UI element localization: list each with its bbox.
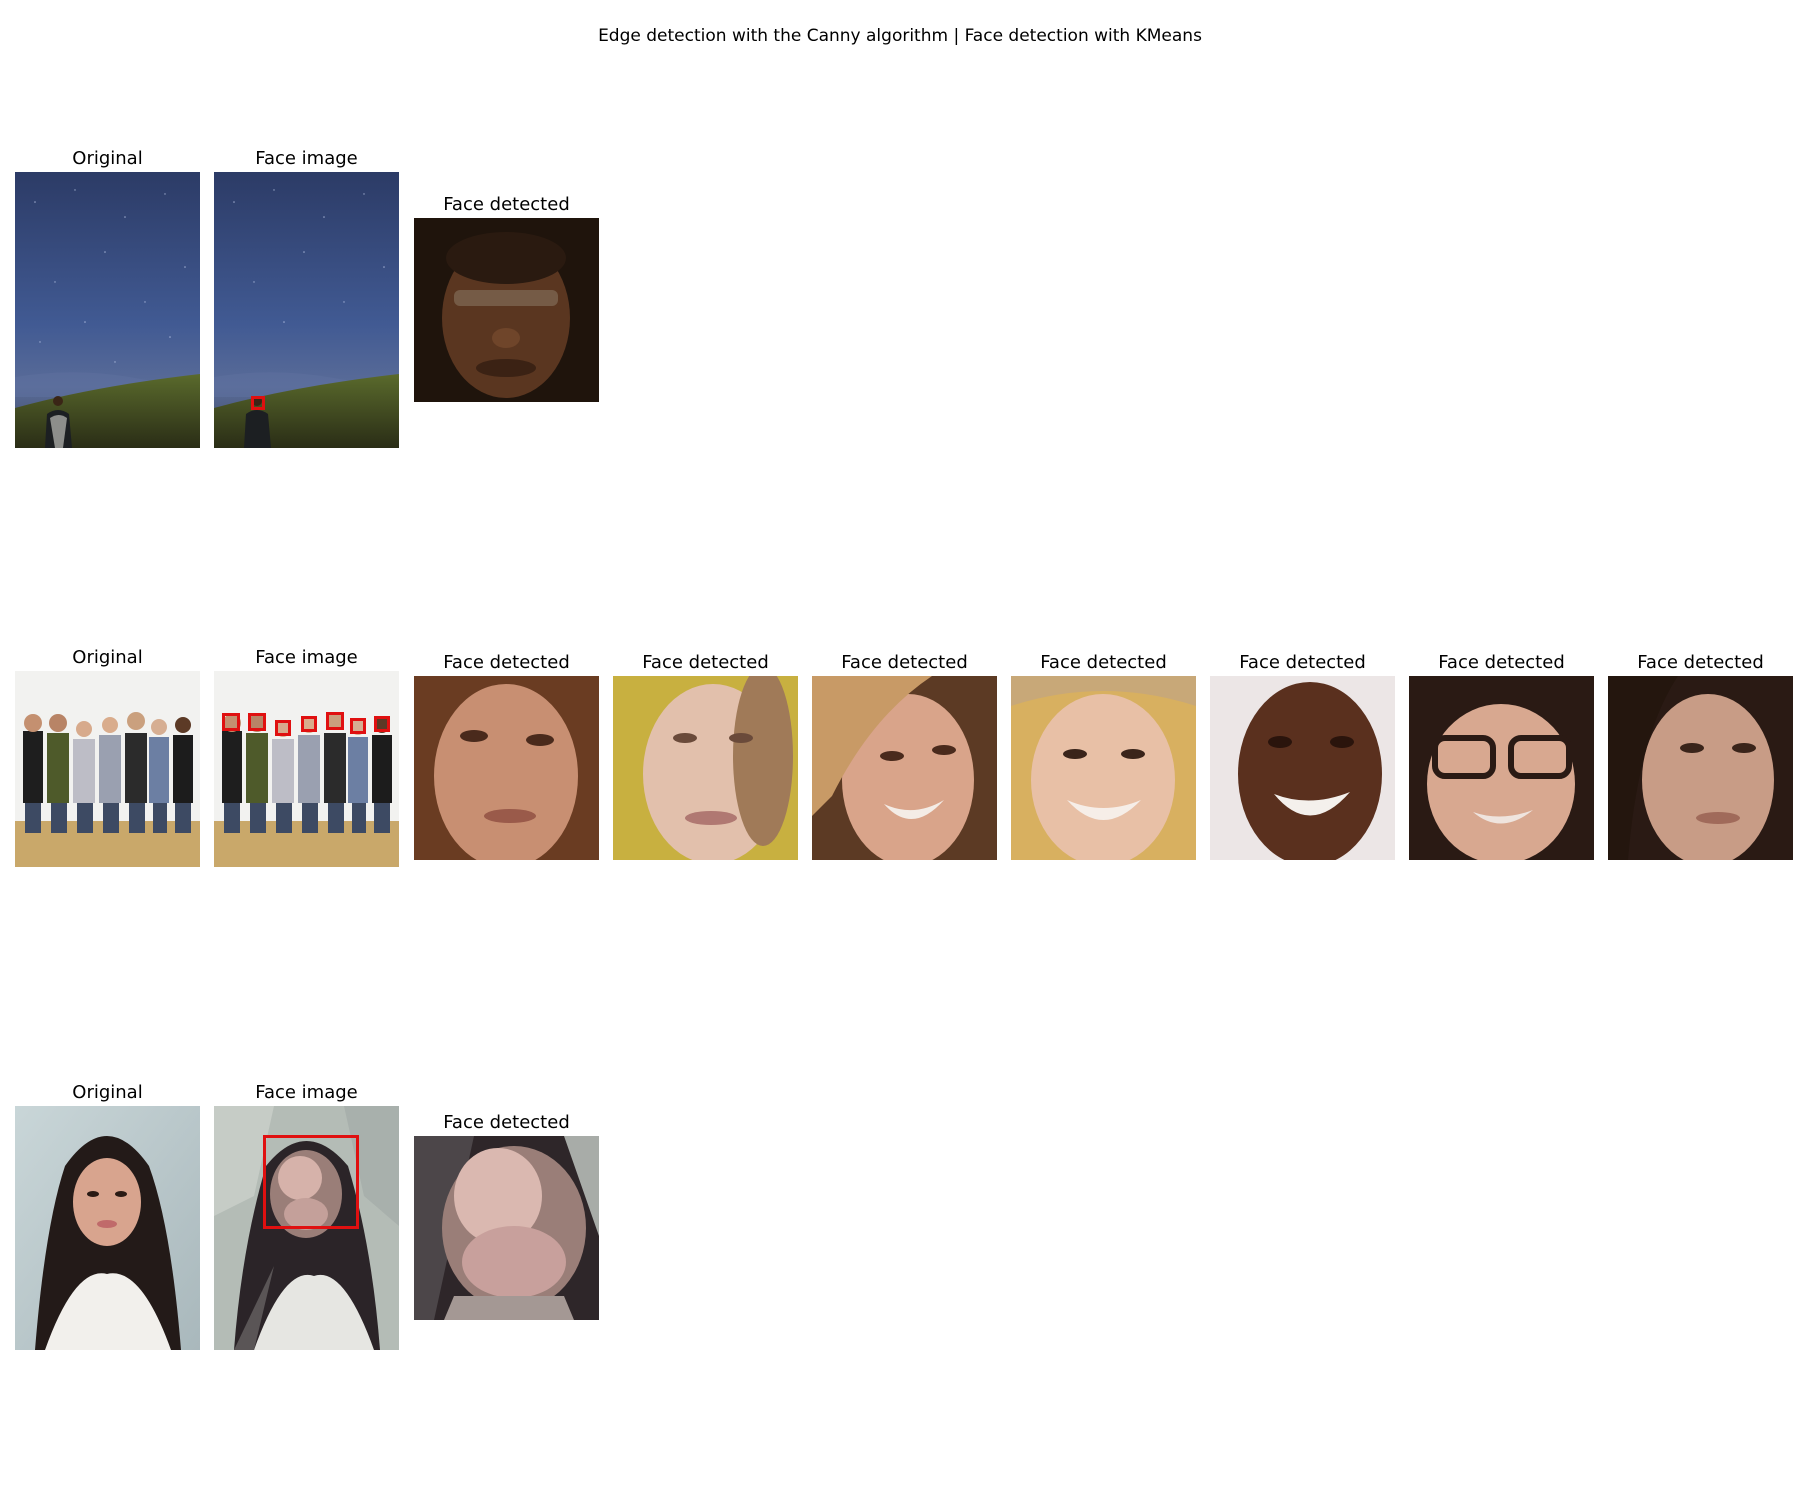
- figure-title: Edge detection with the Canny algorithm …: [598, 26, 1202, 46]
- row2-face-detected-panel-3: Face detected: [812, 652, 997, 860]
- face-box: [248, 713, 266, 731]
- face-crop-image: [1409, 676, 1594, 860]
- face-crop-image: [1210, 676, 1395, 860]
- panel-title: Face detected: [443, 194, 570, 215]
- panel-title: Face detected: [443, 1112, 570, 1133]
- row1-face-detected-panel: Face detected: [414, 194, 599, 402]
- panel-title: Face detected: [1239, 652, 1366, 673]
- panel-title: Face detected: [443, 652, 570, 673]
- panel-title: Original: [72, 1082, 143, 1103]
- face-crop-image: [1011, 676, 1196, 860]
- row3-face-image-panel: Face image: [214, 1082, 399, 1350]
- row1-face-image-panel: Face image: [214, 148, 399, 448]
- row2-face-detected-panel-4: Face detected: [1011, 652, 1196, 860]
- row2-face-image-panel: Face image: [214, 647, 399, 867]
- face-box: [275, 720, 291, 736]
- row2-face-detected-panel-7: Face detected: [1608, 652, 1793, 860]
- row3-original-panel: Original: [15, 1082, 200, 1350]
- face-crop-image: [414, 1136, 599, 1320]
- row2-face-detected-panel-5: Face detected: [1210, 652, 1395, 860]
- panel-title: Face detected: [642, 652, 769, 673]
- face-crop-image: [812, 676, 997, 860]
- face-crop-image: [1608, 676, 1793, 860]
- face-box: [301, 716, 317, 732]
- night-sky-face-image: [214, 172, 399, 448]
- panel-title: Face detected: [1637, 652, 1764, 673]
- row3-face-detected-panel: Face detected: [414, 1112, 599, 1320]
- face-box: [326, 712, 344, 730]
- row2-face-detected-panel-2: Face detected: [613, 652, 798, 860]
- night-sky-original-image: [15, 172, 200, 448]
- panel-title: Face image: [255, 647, 358, 668]
- panel-title: Face detected: [1040, 652, 1167, 673]
- face-box: [263, 1135, 359, 1229]
- panel-title: Face detected: [841, 652, 968, 673]
- group-original-image: [15, 671, 200, 867]
- panel-title: Face image: [255, 1082, 358, 1103]
- panel-title: Face image: [255, 148, 358, 169]
- face-box: [222, 713, 240, 731]
- row1-original-panel: Original: [15, 148, 200, 448]
- row2-face-detected-panel-6: Face detected: [1409, 652, 1594, 860]
- face-crop-image: [414, 676, 599, 860]
- panel-title: Original: [72, 647, 143, 668]
- face-crop-image: [613, 676, 798, 860]
- group-face-image: [214, 671, 399, 867]
- panel-title: Original: [72, 148, 143, 169]
- face-box: [251, 396, 265, 410]
- face-box: [374, 716, 390, 732]
- portrait-segmented-face-image: [214, 1106, 399, 1350]
- panel-title: Face detected: [1438, 652, 1565, 673]
- row2-face-detected-panel-1: Face detected: [414, 652, 599, 860]
- face-box: [350, 718, 366, 734]
- row2-original-panel: Original: [15, 647, 200, 867]
- face-crop-image: [414, 218, 599, 402]
- portrait-original-image: [15, 1106, 200, 1350]
